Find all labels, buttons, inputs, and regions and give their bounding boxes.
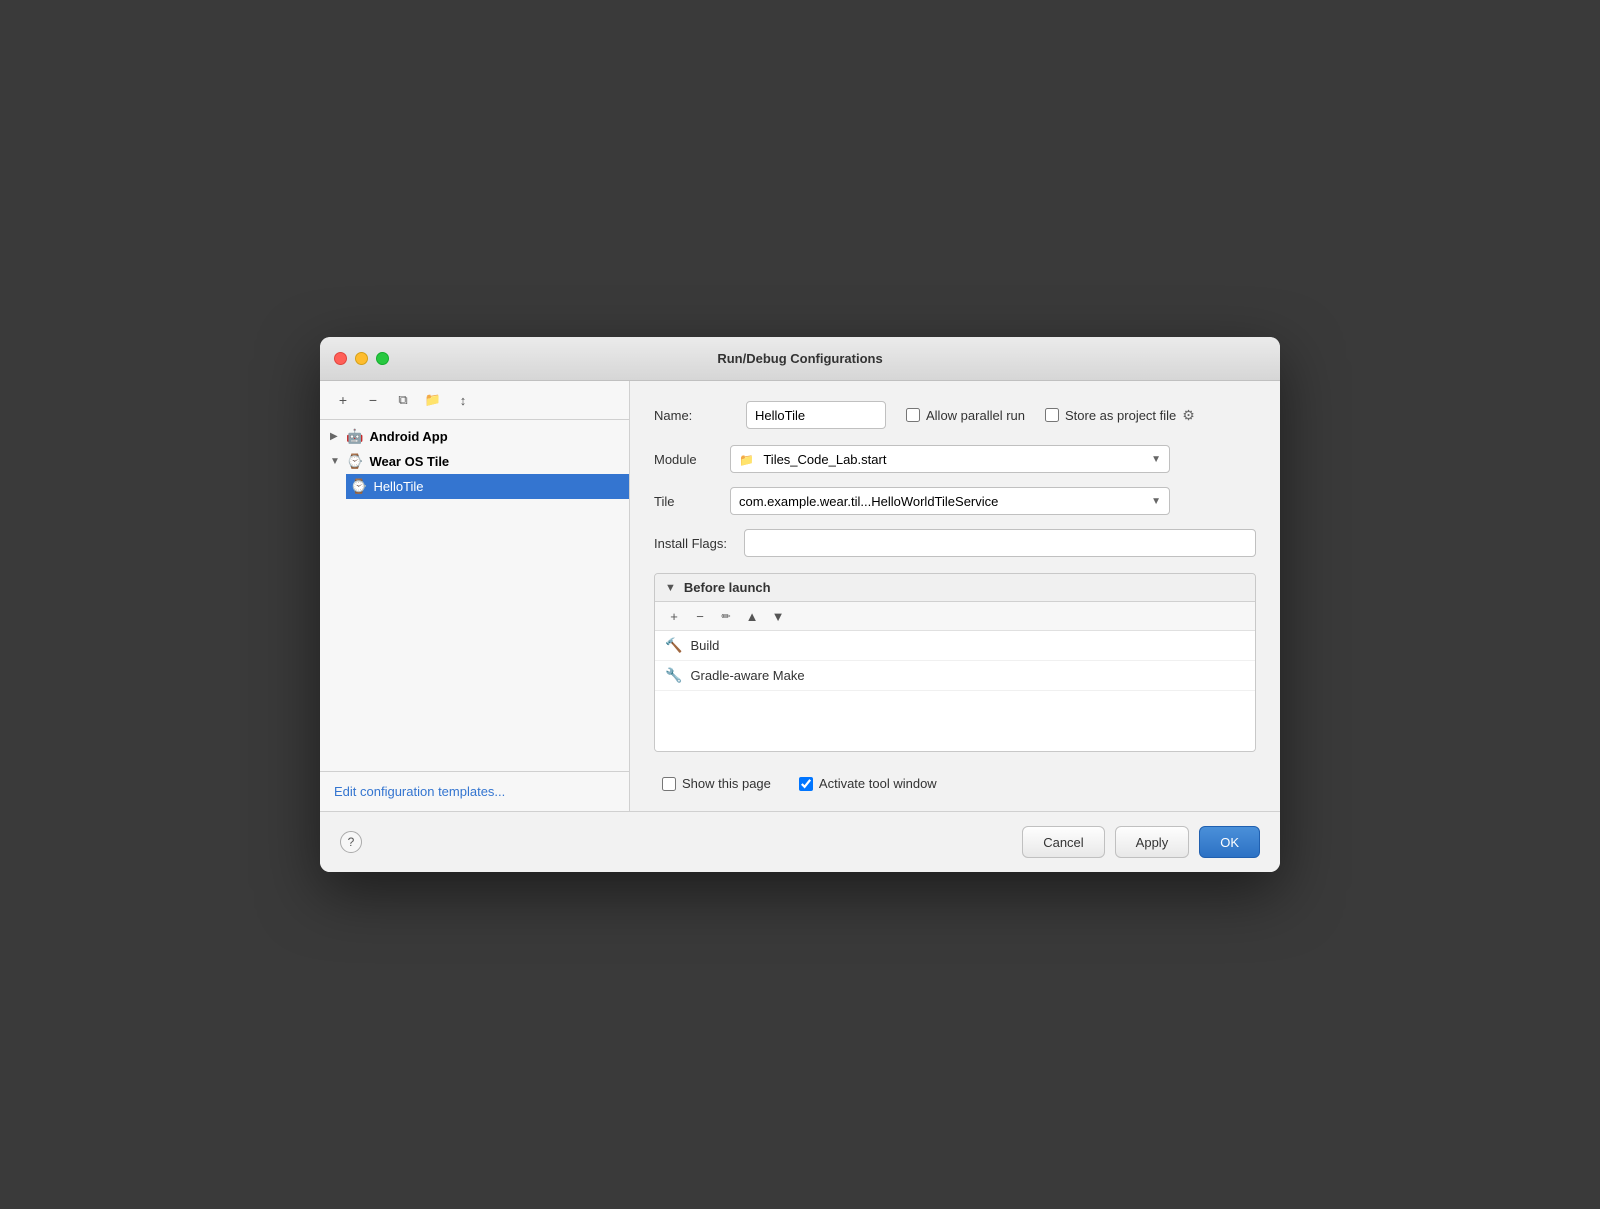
allow-parallel-group: Allow parallel run [906, 408, 1025, 423]
bl-empty-space [655, 691, 1255, 751]
activate-tool-group: Activate tool window [799, 776, 937, 791]
module-value: Tiles_Code_Lab.start [763, 452, 886, 467]
show-page-group: Show this page [662, 776, 771, 791]
tile-dropdown-arrow: ▼ [1151, 496, 1161, 507]
bl-remove-button[interactable]: − [689, 606, 711, 626]
show-page-label: Show this page [682, 776, 771, 791]
dialog-window: Run/Debug Configurations + − ⧉ 📁 ↕ [320, 337, 1280, 872]
name-input[interactable] [746, 401, 886, 429]
store-project-group: Store as project file ⚙ [1045, 407, 1195, 424]
install-flags-label: Install Flags: [654, 536, 744, 551]
bl-item-build[interactable]: 🔨 Build [655, 631, 1255, 661]
install-flags-row: Install Flags: [654, 529, 1256, 557]
allow-parallel-label: Allow parallel run [926, 408, 1025, 423]
right-panel: Name: Allow parallel run Store as projec… [630, 381, 1280, 811]
sidebar-children-wear-os: ⌚ HelloTile [320, 474, 629, 499]
bl-down-button[interactable]: ▼ [767, 606, 789, 626]
sort-icon: ↕ [460, 393, 467, 408]
before-launch-list: 🔨 Build 🔧 Gradle-aware Make [655, 631, 1255, 751]
gear-icon[interactable]: ⚙ [1182, 407, 1195, 424]
sidebar-toolbar: + − ⧉ 📁 ↕ [320, 381, 629, 420]
tile-row: Tile com.example.wear.til...HelloWorldTi… [654, 487, 1256, 515]
before-launch-toolbar: + − ✏ ▲ ▼ [655, 602, 1255, 631]
before-launch-section: ▼ Before launch + − ✏ ▲ ▼ 🔨 Build [654, 573, 1256, 752]
tile-label: Tile [654, 494, 714, 509]
ok-button[interactable]: OK [1199, 826, 1260, 858]
module-select[interactable]: 📁 Tiles_Code_Lab.start ▼ [730, 445, 1170, 473]
tile-select[interactable]: com.example.wear.til...HelloWorldTileSer… [730, 487, 1170, 515]
folder-button[interactable]: 📁 [420, 389, 446, 411]
activate-tool-label: Activate tool window [819, 776, 937, 791]
window-controls [334, 352, 389, 365]
show-page-checkbox[interactable] [662, 777, 676, 791]
bottom-panel: ? Cancel Apply OK [320, 811, 1280, 872]
sidebar-item-android-app-label: Android App [369, 429, 447, 444]
wear-os-icon: ⌚ [346, 453, 363, 470]
plus-icon: + [339, 392, 347, 408]
copy-config-button[interactable]: ⧉ [390, 389, 416, 411]
chevron-right-icon: ▶ [330, 431, 340, 442]
question-mark-icon: ? [348, 835, 355, 849]
bl-item-gradle-label: Gradle-aware Make [690, 668, 804, 683]
chevron-down-icon: ▼ [330, 456, 340, 467]
minimize-button[interactable] [355, 352, 368, 365]
folder-icon: 📁 [425, 392, 441, 408]
before-launch-header: ▼ Before launch [655, 574, 1255, 602]
remove-config-button[interactable]: − [360, 389, 386, 411]
before-launch-title: Before launch [684, 580, 771, 595]
cancel-button[interactable]: Cancel [1022, 826, 1104, 858]
main-content: + − ⧉ 📁 ↕ ▶ 🤖 A [320, 381, 1280, 811]
bottom-options: Show this page Activate tool window [654, 776, 1256, 791]
sidebar: + − ⧉ 📁 ↕ ▶ 🤖 A [320, 381, 630, 811]
bottom-right: Cancel Apply OK [1022, 826, 1260, 858]
copy-icon: ⧉ [398, 392, 407, 408]
sidebar-item-wear-os-label: Wear OS Tile [369, 454, 449, 469]
sidebar-item-android-app[interactable]: ▶ 🤖 Android App [320, 424, 629, 449]
bottom-left: ? [340, 831, 362, 853]
help-button[interactable]: ? [340, 831, 362, 853]
activate-tool-checkbox[interactable] [799, 777, 813, 791]
before-launch-collapse-arrow[interactable]: ▼ [665, 582, 676, 594]
apply-button[interactable]: Apply [1115, 826, 1190, 858]
install-flags-input[interactable] [744, 529, 1256, 557]
dialog-title: Run/Debug Configurations [717, 351, 882, 366]
bl-add-button[interactable]: + [663, 606, 685, 626]
titlebar: Run/Debug Configurations [320, 337, 1280, 381]
sidebar-group-wear-os: ▼ ⌚ Wear OS Tile ⌚ HelloTile [320, 449, 629, 499]
gradle-icon: 🔧 [665, 667, 682, 684]
bl-item-build-label: Build [690, 638, 719, 653]
sidebar-item-hello-tile-label: HelloTile [373, 479, 423, 494]
module-row: Module 📁 Tiles_Code_Lab.start ▼ [654, 445, 1256, 473]
sidebar-item-wear-os-tile[interactable]: ▼ ⌚ Wear OS Tile [320, 449, 629, 474]
hello-tile-icon: ⌚ [350, 478, 367, 495]
module-label: Module [654, 452, 714, 467]
sidebar-item-hello-tile[interactable]: ⌚ HelloTile [346, 474, 629, 499]
allow-parallel-checkbox[interactable] [906, 408, 920, 422]
edit-templates-link[interactable]: Edit configuration templates... [334, 784, 505, 799]
name-row: Name: Allow parallel run Store as projec… [654, 401, 1256, 429]
store-as-project-checkbox[interactable] [1045, 408, 1059, 422]
store-as-project-label: Store as project file [1065, 408, 1176, 423]
close-button[interactable] [334, 352, 347, 365]
maximize-button[interactable] [376, 352, 389, 365]
add-config-button[interactable]: + [330, 389, 356, 411]
sort-button[interactable]: ↕ [450, 389, 476, 411]
bl-edit-button[interactable]: ✏ [715, 606, 737, 626]
tile-value: com.example.wear.til...HelloWorldTileSer… [739, 494, 998, 509]
sidebar-footer: Edit configuration templates... [320, 771, 629, 811]
build-icon: 🔨 [665, 637, 682, 654]
module-folder-icon: 📁 [739, 453, 754, 467]
sidebar-tree: ▶ 🤖 Android App ▼ ⌚ Wear OS Tile ⌚ Hello… [320, 420, 629, 771]
bl-up-button[interactable]: ▲ [741, 606, 763, 626]
android-icon: 🤖 [346, 428, 363, 445]
minus-icon: − [369, 392, 377, 408]
bl-item-gradle[interactable]: 🔧 Gradle-aware Make [655, 661, 1255, 691]
name-label: Name: [654, 408, 734, 423]
module-dropdown-arrow: ▼ [1151, 454, 1161, 465]
